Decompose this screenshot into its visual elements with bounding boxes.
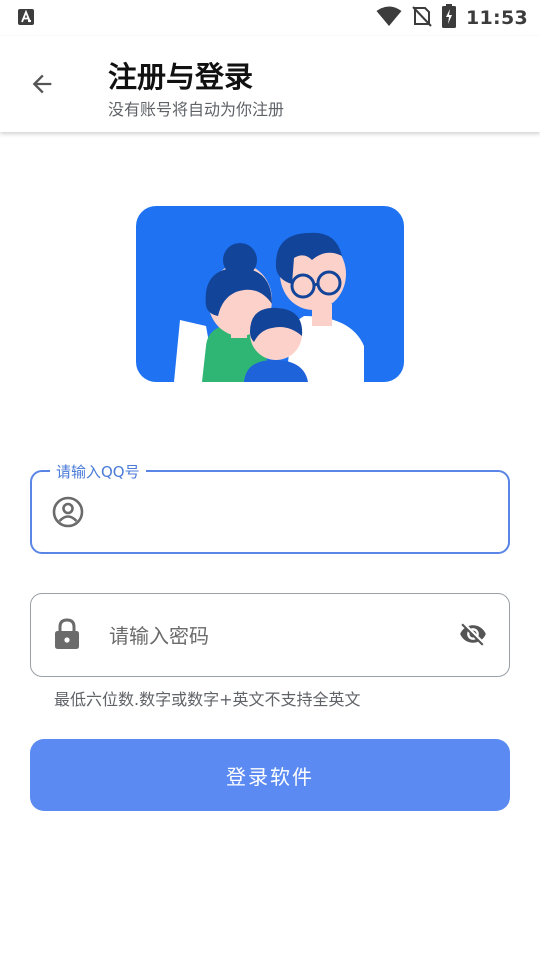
battery-charging-icon (442, 4, 457, 32)
page-title: 注册与登录 (108, 60, 254, 94)
no-sim-icon (412, 5, 432, 31)
status-bar: 11:53 (0, 0, 540, 36)
app-bar: 注册与登录 没有账号将自动为你注册 (0, 36, 540, 132)
qq-input[interactable] (108, 472, 442, 554)
qq-field[interactable]: 请输入QQ号 (30, 461, 510, 554)
back-button[interactable] (22, 66, 62, 106)
page-subtitle: 没有账号将自动为你注册 (108, 100, 285, 119)
password-hint: 最低六位数.数字或数字+英文不支持全英文 (54, 690, 361, 709)
account-circle-icon (50, 494, 86, 530)
lock-icon (49, 616, 85, 652)
password-field[interactable] (30, 593, 510, 678)
status-time: 11:53 (466, 7, 528, 29)
family-illustration (136, 206, 404, 382)
arrow-left-icon (28, 70, 56, 102)
login-button[interactable]: 登录软件 (30, 739, 510, 811)
wifi-icon (376, 5, 402, 31)
eye-off-icon (456, 620, 490, 652)
notification-a-icon (18, 9, 34, 25)
toggle-password-visibility[interactable] (453, 616, 493, 656)
password-input[interactable] (107, 594, 441, 678)
